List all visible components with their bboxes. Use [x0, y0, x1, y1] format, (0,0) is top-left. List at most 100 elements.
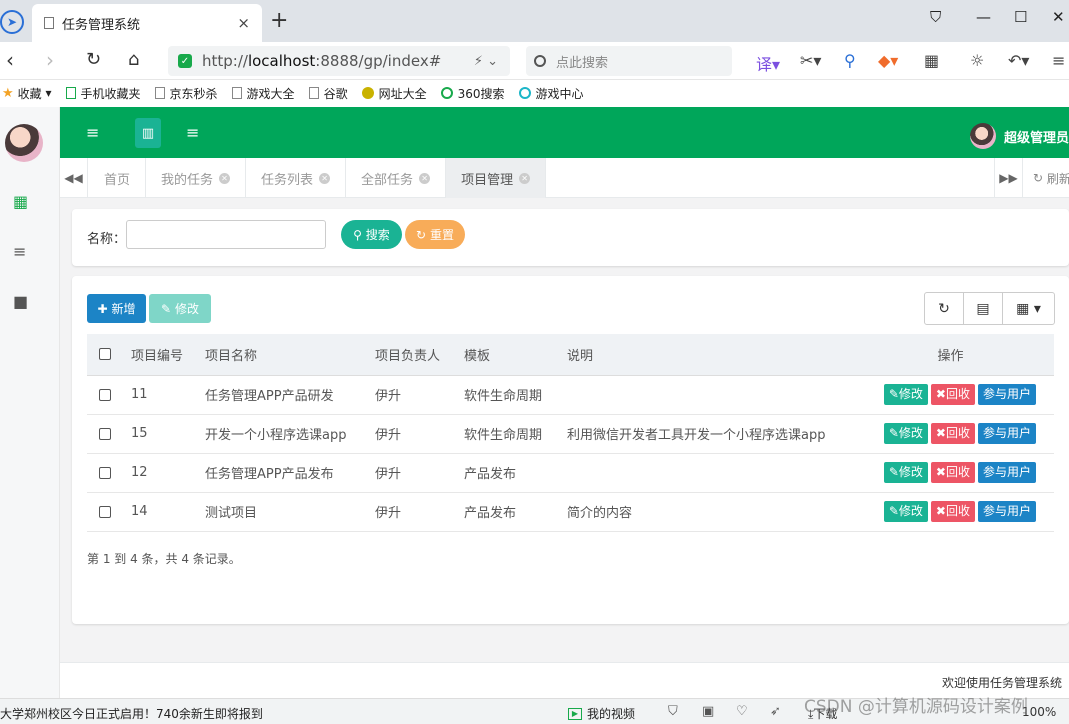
select-all-checkbox[interactable]: [99, 348, 111, 361]
bookmark-360[interactable]: 360搜索: [440, 85, 505, 102]
col-owner[interactable]: 项目负责人: [375, 334, 464, 376]
edit-button[interactable]: ✎ 修改: [149, 294, 211, 323]
close-window-icon[interactable]: ✕: [1052, 8, 1065, 26]
col-project-id[interactable]: 项目编号: [131, 334, 205, 376]
row-checkbox[interactable]: [99, 427, 111, 440]
name-input[interactable]: [126, 220, 326, 249]
row-users-button[interactable]: 参与用户: [977, 423, 1036, 444]
refresh-button[interactable]: ↻ 刷新: [1022, 158, 1069, 198]
user-menu[interactable]: 超级管理员: [969, 123, 1069, 149]
video-icon[interactable]: ■: [13, 292, 28, 311]
menu-icon[interactable]: ≡: [1052, 51, 1065, 70]
bookmark-google[interactable]: 谷歌: [308, 85, 348, 102]
bookmark-jd[interactable]: 京东秒杀: [154, 85, 218, 102]
row-users-button[interactable]: 参与用户: [977, 462, 1036, 483]
avatar[interactable]: [5, 124, 43, 162]
chart-icon[interactable]: ▥: [135, 118, 161, 148]
project-id: 11: [131, 375, 205, 415]
row-recycle-button[interactable]: ✖回收: [930, 423, 975, 444]
tab-task-list[interactable]: 任务列表 ✕: [246, 158, 347, 198]
col-description[interactable]: 说明: [567, 334, 847, 376]
forward-icon[interactable]: ›: [46, 48, 54, 72]
row-edit-button[interactable]: ✎修改: [883, 423, 928, 444]
translate-icon[interactable]: 译▾: [756, 51, 780, 75]
tabs-next-icon[interactable]: ▶▶: [994, 158, 1022, 198]
image-icon[interactable]: ▣: [702, 704, 714, 719]
table-row[interactable]: 15 开发一个小程序选课app 伊升 软件生命周期 利用微信开发者工具开发一个小…: [87, 414, 1054, 454]
col-template[interactable]: 模板: [464, 334, 567, 376]
new-tab-icon[interactable]: +: [270, 8, 288, 33]
my-video-button[interactable]: ▶ 我的视频: [568, 705, 635, 722]
heart-icon[interactable]: ♡: [736, 704, 748, 719]
news-ticker[interactable]: 大学郑州校区今日正式启用！740余新生即将报到: [0, 705, 263, 722]
calendar-icon[interactable]: ▦: [13, 192, 28, 211]
apps-grid-icon[interactable]: ▦: [924, 51, 939, 70]
maximize-icon[interactable]: ☐: [1014, 8, 1027, 26]
url-actions-icon[interactable]: ⚡ ⌄: [474, 54, 498, 69]
tab-all-tasks[interactable]: 全部任务 ✕: [346, 158, 447, 198]
tab-home[interactable]: 首页: [89, 158, 147, 198]
close-tab-icon[interactable]: ✕: [219, 172, 231, 184]
bookmark-favorites[interactable]: ★ 收藏 ▾: [2, 85, 52, 102]
row-edit-button[interactable]: ✎修改: [883, 462, 928, 483]
home-icon[interactable]: ⌂: [128, 49, 139, 70]
bookmark-game-center[interactable]: 游戏中心: [518, 85, 584, 102]
brightness-icon[interactable]: ☼: [970, 51, 984, 70]
toggle-view-icon[interactable]: ▤: [964, 293, 1003, 324]
tab-project-management[interactable]: 项目管理 ✕: [446, 158, 547, 198]
reload-icon[interactable]: ↻: [86, 49, 101, 70]
close-tab-icon[interactable]: ✕: [319, 172, 331, 184]
row-users-button[interactable]: 参与用户: [977, 501, 1036, 522]
reset-button[interactable]: ↻ 重置: [405, 220, 465, 249]
scissors-icon[interactable]: ✂▾: [800, 51, 821, 70]
table-row[interactable]: 12 任务管理APP产品发布 伊升 产品发布 ✎修改 ✖回收 参与用户: [87, 453, 1054, 493]
row-recycle-button[interactable]: ✖回收: [930, 501, 975, 522]
add-button[interactable]: ✚ 新增: [87, 294, 146, 323]
table-row[interactable]: 11 任务管理APP产品研发 伊升 软件生命周期 ✎修改 ✖回收 参与用户: [87, 375, 1054, 415]
shield-icon[interactable]: ⛉: [668, 704, 678, 719]
close-tab-icon[interactable]: ×: [237, 14, 250, 32]
rocket-icon[interactable]: ➶: [770, 704, 781, 719]
menu-icon[interactable]: ≡: [186, 123, 199, 142]
back-icon[interactable]: ‹: [6, 48, 14, 72]
refresh-icon[interactable]: ↻: [925, 293, 964, 324]
row-recycle-button[interactable]: ✖回收: [930, 462, 975, 483]
row-checkbox[interactable]: [99, 388, 111, 401]
game-icon[interactable]: ◆▾: [878, 51, 898, 70]
row-checkbox[interactable]: [99, 466, 111, 479]
bookmark-hao[interactable]: 网址大全: [361, 85, 427, 102]
row-edit-button[interactable]: ✎修改: [883, 384, 928, 405]
table-row[interactable]: 14 测试项目 伊升 产品发布 简介的内容 ✎修改 ✖回收 参与用户: [87, 492, 1054, 532]
col-project-name[interactable]: 项目名称: [205, 334, 375, 376]
undo-icon[interactable]: ↶▾: [1008, 51, 1029, 70]
url-field[interactable]: ✓ http://localhost:8888/gp/index# ⚡ ⌄: [168, 46, 510, 76]
list-icon[interactable]: ≡: [13, 242, 26, 261]
bookmark-games[interactable]: 游戏大全: [231, 85, 295, 102]
sidebar: ▦ ≡ ■: [0, 107, 60, 698]
row-recycle-button[interactable]: ✖回收: [930, 384, 975, 405]
page-icon: [44, 17, 54, 29]
bookmark-mobile[interactable]: 手机收藏夹: [65, 85, 141, 102]
menu-toggle-icon[interactable]: ≡: [86, 123, 99, 142]
project-description: 简介的内容: [567, 492, 847, 532]
tab-my-tasks[interactable]: 我的任务 ✕: [146, 158, 247, 198]
row-edit-button[interactable]: ✎修改: [883, 501, 928, 522]
minimize-icon[interactable]: —: [976, 8, 991, 26]
bookmarks-bar: ★ 收藏 ▾ 手机收藏夹 京东秒杀 游戏大全 谷歌 网址大全 360搜索 游戏中心: [0, 80, 1069, 106]
tabs-prev-icon[interactable]: ◀◀: [60, 158, 88, 198]
play-icon: ▶: [568, 707, 582, 720]
row-checkbox[interactable]: [99, 505, 111, 518]
row-users-button[interactable]: 参与用户: [977, 384, 1036, 405]
browser-search-field[interactable]: 点此搜索: [526, 46, 732, 76]
page-tabs: 首页 我的任务 ✕ 任务列表 ✕ 全部任务 ✕ 项目管理 ✕: [89, 158, 547, 198]
search-panel: 名称： ⚲ 搜索 ↻ 重置: [72, 209, 1069, 266]
close-tab-icon[interactable]: ✕: [519, 172, 531, 184]
close-tab-icon[interactable]: ✕: [419, 172, 431, 184]
columns-icon[interactable]: ▦ ▾: [1003, 293, 1054, 324]
find-icon[interactable]: ⚲: [844, 51, 856, 70]
shirt-icon[interactable]: ⛉: [930, 8, 941, 26]
project-template: 软件生命周期: [464, 375, 567, 415]
browser-tab[interactable]: 任务管理系统 ×: [32, 4, 262, 42]
project-description: [567, 453, 847, 493]
search-button[interactable]: ⚲ 搜索: [341, 220, 402, 249]
